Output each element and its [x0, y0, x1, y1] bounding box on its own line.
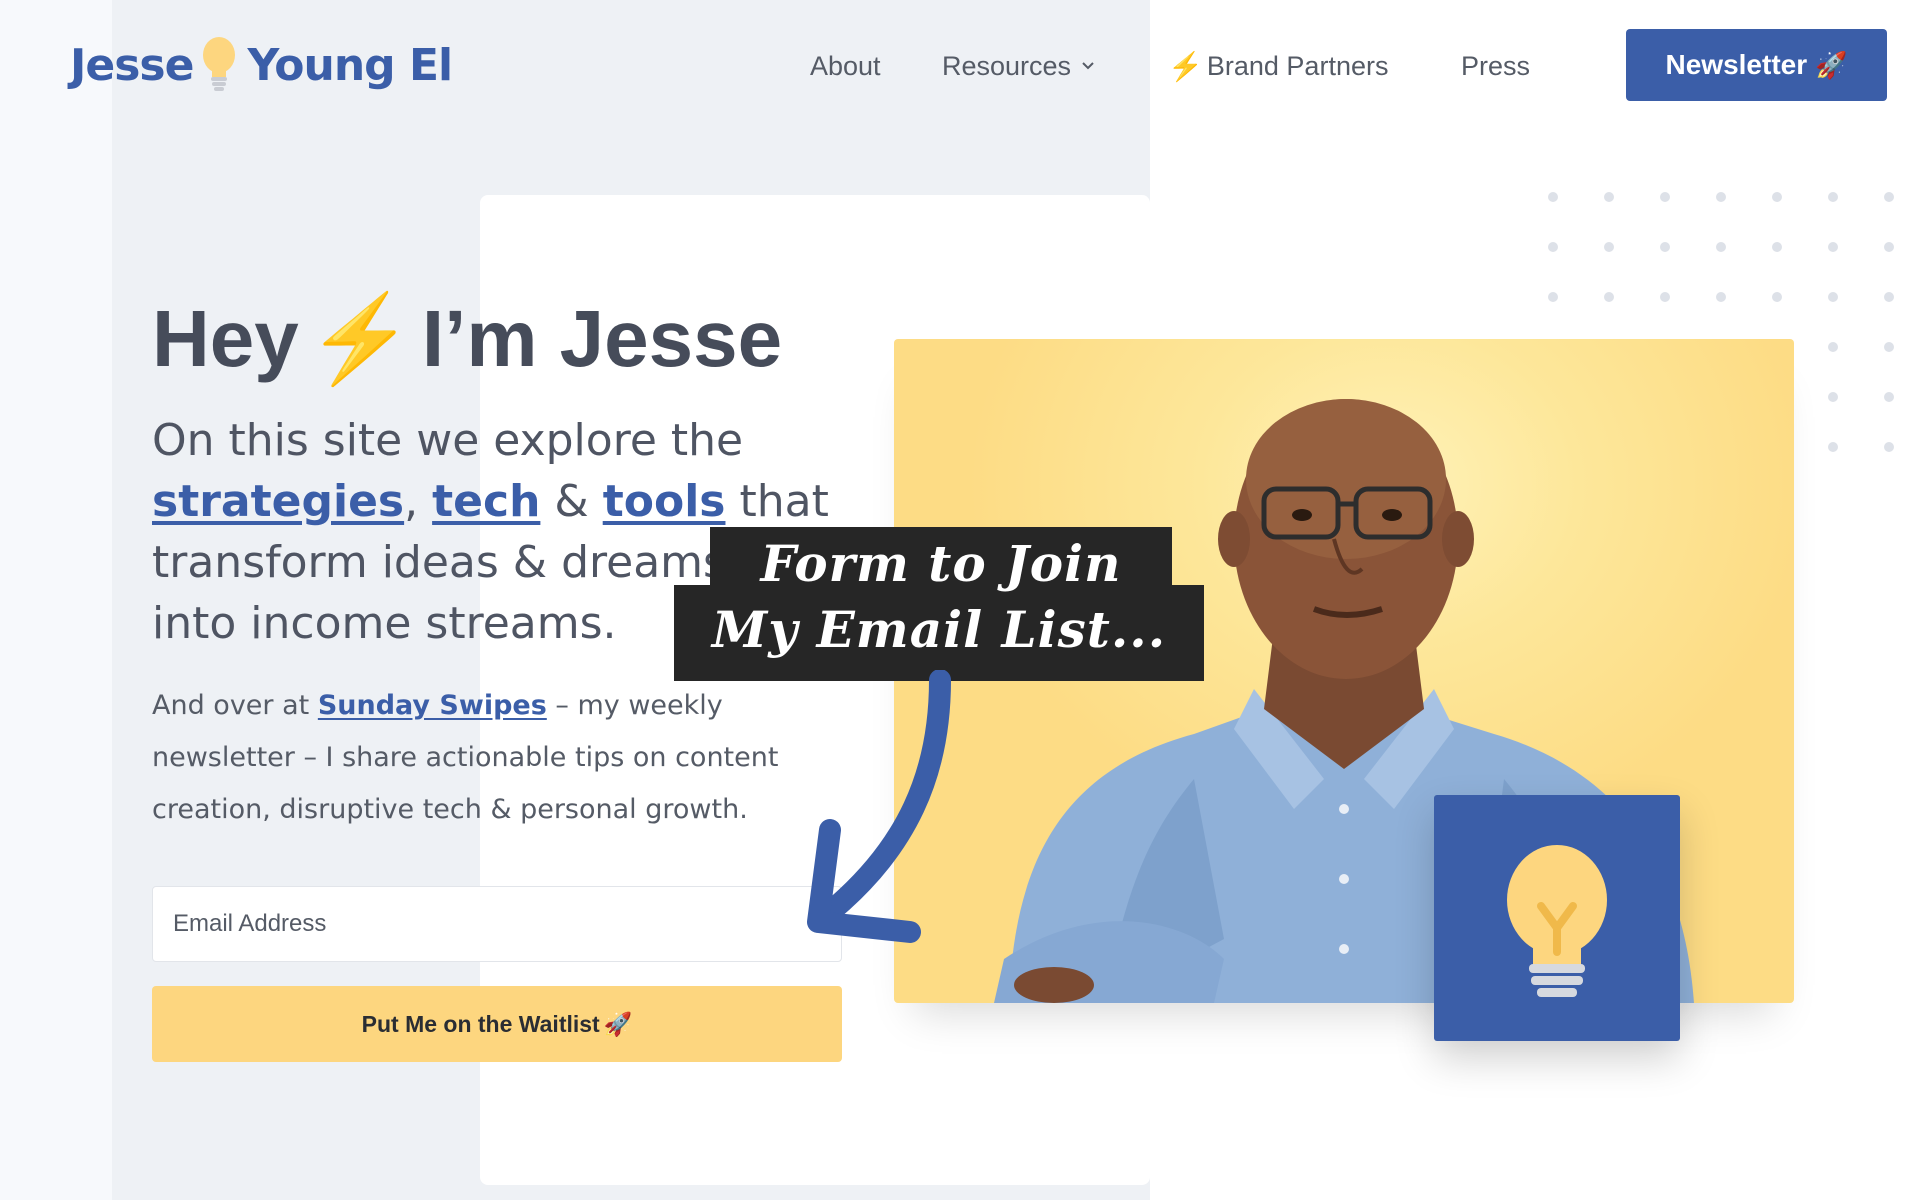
waitlist-submit-label: Put Me on the Waitlist	[361, 1010, 600, 1037]
chevron-down-icon	[1082, 62, 1094, 70]
ampersand: &	[554, 476, 589, 527]
newsletter-button[interactable]: Newsletter 🚀	[1626, 29, 1887, 101]
decorative-dot	[1716, 192, 1726, 202]
email-field[interactable]	[152, 886, 842, 962]
hero-title-name: I’m Jesse	[421, 293, 783, 383]
decorative-dot	[1604, 292, 1614, 302]
nav-resources[interactable]: Resources	[942, 46, 1095, 86]
nav-brand-partners-label: Brand Partners	[1206, 50, 1389, 81]
annotation-arrow-icon	[807, 670, 951, 943]
lightbulb-icon	[1507, 845, 1607, 997]
newsletter-description: And over at Sunday Swipes – my weekly ne…	[152, 680, 852, 836]
decorative-dot	[1828, 342, 1838, 352]
decorative-dot	[1716, 292, 1726, 302]
waitlist-submit-button[interactable]: Put Me on the Waitlist 🚀	[152, 986, 842, 1062]
rocket-icon: 🚀	[1815, 49, 1848, 80]
decorative-dot	[1884, 292, 1894, 302]
nav-press[interactable]: Press	[1461, 46, 1530, 86]
decorative-dot	[1772, 192, 1782, 202]
decorative-dot	[1884, 442, 1894, 452]
decorative-dot	[1660, 242, 1670, 252]
hero-title-hey: Hey	[152, 293, 299, 383]
decorative-dot	[1884, 242, 1894, 252]
logo-text-second: Young El	[247, 39, 453, 91]
lightbulb-icon	[199, 35, 239, 95]
lightning-bolt-icon: ⚡	[1168, 50, 1203, 82]
decorative-dot	[1716, 242, 1726, 252]
hero-subtitle-line2: strategies, tech & tools that	[152, 471, 872, 532]
annotation-text-line2: My Email List...	[711, 600, 1167, 659]
site-logo[interactable]: Jesse Young El	[70, 30, 453, 100]
decorative-dot	[1828, 192, 1838, 202]
logo-text-first: Jesse	[70, 39, 194, 91]
rocket-icon: 🚀	[603, 1010, 633, 1037]
nav-about[interactable]: About	[810, 46, 881, 86]
decorative-dot	[1884, 192, 1894, 202]
nav-brand-partners[interactable]: ⚡ Brand Partners	[1168, 46, 1388, 86]
word-that: that	[739, 476, 829, 527]
decorative-dot	[1660, 192, 1670, 202]
decorative-dot	[1884, 342, 1894, 352]
page-background-left	[0, 0, 112, 1200]
decorative-dot	[1828, 392, 1838, 402]
decorative-dot	[1548, 242, 1558, 252]
decorative-dot	[1772, 292, 1782, 302]
link-tech[interactable]: tech	[432, 476, 540, 527]
newsletter-button-label: Newsletter	[1665, 49, 1808, 80]
comma: ,	[404, 476, 419, 527]
lightbulb-card	[1434, 795, 1680, 1041]
decorative-dot	[1884, 392, 1894, 402]
decorative-dot	[1828, 292, 1838, 302]
hero-title: Hey ⚡ I’m Jesse	[152, 288, 782, 389]
decorative-dot	[1828, 442, 1838, 452]
decorative-dot	[1548, 192, 1558, 202]
lightning-bolt-icon: ⚡	[306, 291, 414, 387]
decorative-dot	[1604, 242, 1614, 252]
annotation-text-line1: Form to Join	[760, 534, 1122, 593]
body-pre: And over at	[152, 690, 310, 721]
link-sunday-swipes[interactable]: Sunday Swipes	[318, 690, 547, 721]
decorative-dot	[1772, 242, 1782, 252]
link-strategies[interactable]: strategies	[152, 476, 404, 527]
decorative-dot	[1660, 292, 1670, 302]
decorative-dot	[1828, 242, 1838, 252]
link-tools[interactable]: tools	[603, 476, 726, 527]
nav-resources-label: Resources	[942, 50, 1072, 81]
hero-subtitle-line1: On this site we explore the	[152, 415, 744, 466]
decorative-dot	[1604, 192, 1614, 202]
decorative-dot	[1548, 292, 1558, 302]
